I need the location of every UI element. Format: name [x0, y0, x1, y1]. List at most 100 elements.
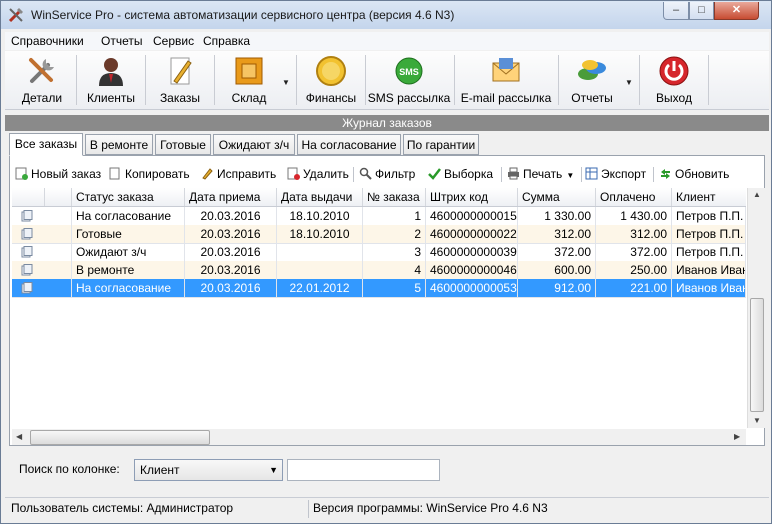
- table-row[interactable]: Готовые 20.03.2016 18.10.2010 2 460000000002…: [12, 225, 746, 244]
- status-separator: [308, 500, 309, 518]
- tab-in-repair[interactable]: В ремонте: [85, 134, 153, 155]
- toolbar-details-button[interactable]: Детали: [11, 53, 73, 107]
- cell-sum: 1 330.00: [518, 207, 596, 225]
- tab-ready[interactable]: Готовые: [155, 134, 211, 155]
- order-document-icon: [21, 228, 33, 240]
- toolbar-label: Детали: [21, 91, 63, 105]
- toolbar-email-button[interactable]: E-mail рассылка: [457, 53, 555, 107]
- maximize-button[interactable]: □: [689, 2, 714, 20]
- refresh-button[interactable]: Обновить: [659, 164, 729, 184]
- cell-order-number: 2: [363, 225, 426, 243]
- toolbar-reports-button[interactable]: Отчеты: [561, 53, 623, 107]
- vertical-scroll-thumb[interactable]: [750, 298, 764, 412]
- menu-help[interactable]: Справка: [203, 34, 250, 48]
- toolbar-finance-button[interactable]: Финансы: [300, 53, 362, 107]
- toolbar-orders-button[interactable]: Заказы: [149, 53, 211, 107]
- cell-paid: 312.00: [596, 225, 672, 243]
- column-header-paid[interactable]: Оплачено: [596, 188, 672, 206]
- print-dropdown-arrow-icon[interactable]: ▼: [566, 171, 574, 180]
- toolbar-sms-button[interactable]: SMS SMS рассылка: [367, 53, 451, 107]
- column-header-order-number[interactable]: № заказа: [363, 188, 426, 206]
- toolbar-separator: [639, 55, 640, 105]
- scroll-up-arrow-icon[interactable]: ▲: [753, 190, 761, 199]
- table-header: Статус заказа Дата приема Дата выдачи № …: [12, 188, 746, 207]
- action-toolbar: Новый заказ Копировать Исправить Удалить…: [11, 164, 763, 184]
- edit-button[interactable]: Исправить: [201, 164, 276, 184]
- table-row[interactable]: На согласование 20.03.2016 18.10.2010 1 4600…: [12, 207, 746, 226]
- cell-issue-date: 18.10.2010: [277, 225, 363, 243]
- action-label: Экспорт: [601, 167, 647, 181]
- toolbar-separator: [76, 55, 77, 105]
- action-label: Удалить: [303, 167, 349, 181]
- table-row[interactable]: Ожидают з/ч 20.03.2016 3 4600000000039 372.0…: [12, 243, 746, 262]
- coin-icon: [316, 56, 346, 86]
- toolbar-separator: [454, 55, 455, 105]
- reports-dropdown-arrow-icon[interactable]: ▼: [625, 78, 633, 87]
- power-icon: [659, 56, 689, 86]
- order-document-icon: [21, 246, 33, 258]
- toolbar-clients-button[interactable]: Клиенты: [80, 53, 142, 107]
- cell-sum: 372.00: [518, 243, 596, 261]
- search-input[interactable]: [287, 459, 440, 481]
- menu-bar: Справочники Отчеты Сервис Справка: [5, 32, 769, 50]
- person-icon: [99, 58, 123, 86]
- column-header-status[interactable]: Статус заказа: [72, 188, 185, 206]
- cell-paid: 221.00: [596, 279, 672, 297]
- horizontal-scrollbar[interactable]: ◀ ▶: [12, 429, 746, 445]
- selection-button[interactable]: Выборка: [428, 164, 493, 184]
- toolbar-separator: [558, 55, 559, 105]
- title-bar[interactable]: WinService Pro - система автоматизации с…: [1, 1, 771, 29]
- action-label: Новый заказ: [31, 167, 102, 181]
- export-button[interactable]: Экспорт: [585, 164, 646, 184]
- new-order-button[interactable]: Новый заказ: [15, 164, 101, 184]
- toolbar-warehouse-button[interactable]: Склад: [218, 53, 280, 107]
- column-header-barcode[interactable]: Штрих код: [426, 188, 518, 206]
- horizontal-scroll-thumb[interactable]: [30, 430, 210, 445]
- cell-issue-date: [277, 261, 363, 279]
- toolbar-separator: [365, 55, 366, 105]
- cell-barcode: 4600000000053: [426, 279, 518, 297]
- toolbar-separator: [145, 55, 146, 105]
- search-column-select[interactable]: Клиент ▼: [134, 459, 283, 481]
- tab-all-orders[interactable]: Все заказы: [9, 133, 83, 156]
- menu-directories[interactable]: Справочники: [11, 34, 84, 48]
- delete-button[interactable]: Удалить: [287, 164, 349, 184]
- scroll-left-arrow-icon[interactable]: ◀: [16, 432, 22, 441]
- toolbar-exit-button[interactable]: Выход: [643, 53, 705, 107]
- toolbar-label: Клиенты: [86, 91, 136, 105]
- close-button[interactable]: ✕: [714, 2, 759, 20]
- cell-status: На согласование: [72, 207, 185, 225]
- filter-button[interactable]: Фильтр: [359, 164, 415, 184]
- action-label: Фильтр: [375, 167, 416, 181]
- vertical-scrollbar[interactable]: ▲ ▼: [747, 188, 765, 428]
- cell-client: Иванов Иван: [672, 261, 746, 279]
- warehouse-dropdown-arrow-icon[interactable]: ▼: [282, 78, 290, 87]
- action-separator: [581, 167, 582, 182]
- order-document-icon: [21, 264, 33, 276]
- print-button[interactable]: Печать ▼: [507, 164, 574, 184]
- toolbar-separator: [214, 55, 215, 105]
- menu-reports[interactable]: Отчеты: [101, 34, 142, 48]
- tab-awaiting-parts[interactable]: Ожидают з/ч: [213, 134, 295, 155]
- envelope-icon: [492, 58, 520, 82]
- cell-receive-date: 20.03.2016: [185, 243, 277, 261]
- copy-button[interactable]: Копировать: [109, 164, 190, 184]
- column-header-sum[interactable]: Сумма: [518, 188, 596, 206]
- toolbar-label: E-mail рассылка: [460, 91, 552, 105]
- tab-warranty[interactable]: По гарантии: [403, 134, 479, 155]
- minimize-button[interactable]: –: [663, 2, 689, 20]
- scroll-down-arrow-icon[interactable]: ▼: [753, 416, 761, 425]
- scroll-right-arrow-icon[interactable]: ▶: [734, 432, 740, 441]
- column-header-receive-date[interactable]: Дата приема: [185, 188, 277, 206]
- table-row[interactable]: На согласование 20.03.2016 22.01.2012 5 4600…: [12, 279, 746, 298]
- delete-icon: [287, 167, 300, 180]
- toolbar-label: Финансы: [305, 91, 357, 105]
- tab-for-approval[interactable]: На согласование: [297, 134, 401, 155]
- menu-service[interactable]: Сервис: [153, 34, 194, 48]
- column-header-client[interactable]: Клиент: [672, 188, 746, 206]
- column-header-issue-date[interactable]: Дата выдачи: [277, 188, 363, 206]
- table-row[interactable]: В ремонте 20.03.2016 4 4600000000046 600.00 2…: [12, 261, 746, 280]
- export-table-icon: [585, 167, 598, 180]
- cell-paid: 372.00: [596, 243, 672, 261]
- cell-status: Ожидают з/ч: [72, 243, 185, 261]
